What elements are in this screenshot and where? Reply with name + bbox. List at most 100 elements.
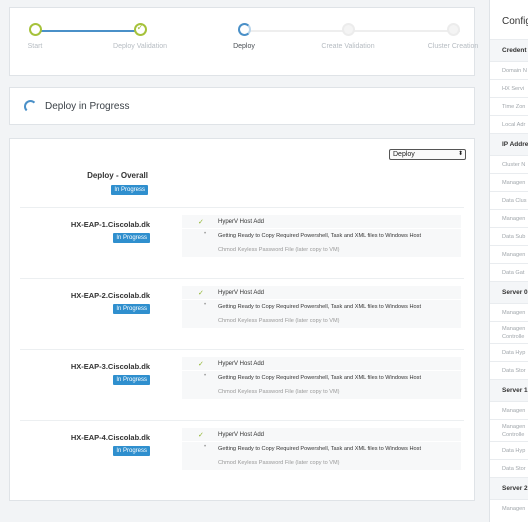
task-item: ✓ HyperV Host Add — [182, 286, 461, 300]
config-field-label: Data Stor — [490, 361, 528, 379]
config-field-label: Time Zon — [490, 97, 528, 115]
config-field-label: Managen Controlle — [490, 419, 528, 441]
config-section-header: Credent — [490, 39, 528, 61]
subtask-label: Getting Ready to Copy Required Powershel… — [218, 446, 422, 452]
stage-select-value: Deploy — [393, 151, 415, 158]
deploy-stepper: Start Deploy Validation Deploy Create Va… — [9, 7, 478, 76]
config-field-label: Managen — [490, 209, 528, 227]
subtask-label: Getting Ready to Copy Required Powershel… — [218, 233, 422, 239]
config-field-label: Managen Controlle — [490, 321, 528, 343]
subtask-item: • Getting Ready to Copy Required Powersh… — [182, 229, 461, 243]
status-badge: In Progress — [113, 233, 150, 243]
check-icon — [133, 22, 147, 36]
subtask-label: Chmod Keyless Password File (later copy … — [218, 247, 340, 253]
config-section-header: Server 0 — [490, 281, 528, 303]
subtask-label: Chmod Keyless Password File (later copy … — [218, 460, 340, 466]
step-label: Create Validation — [321, 43, 375, 50]
config-field-label: Data Sub — [490, 227, 528, 245]
status-badge: In Progress — [113, 304, 150, 314]
host-row: HX-EAP-1.Ciscolab.dk In Progress ✓ Hyper… — [20, 207, 464, 278]
subtask-item: • Getting Ready to Copy Required Powersh… — [182, 442, 461, 456]
config-field-label: Domain N — [490, 61, 528, 79]
host-name: HX-EAP-1.Ciscolab.dk — [70, 220, 150, 229]
config-field-label: Data Stor — [490, 459, 528, 477]
host-row: HX-EAP-3.Ciscolab.dk In Progress ✓ Hyper… — [20, 349, 464, 420]
page-title: Deploy in Progress — [45, 101, 130, 112]
step-status-icon — [446, 23, 460, 36]
config-field-label: Managen — [490, 245, 528, 263]
config-field-label: Data Clus — [490, 191, 528, 209]
config-field-label: Managen — [490, 401, 528, 419]
config-field-label: HX Servi — [490, 79, 528, 97]
select-arrows-icon: ⬍ — [457, 151, 463, 157]
step-create-validation: Create Validation — [308, 23, 388, 51]
bullet-icon: • — [204, 444, 207, 450]
status-badge: In Progress — [113, 446, 150, 456]
status-badge: In Progress — [111, 185, 148, 195]
bullet-icon: • — [204, 231, 207, 237]
config-title: Config — [502, 16, 528, 27]
step-label: Deploy — [233, 43, 255, 50]
subtask-label: Chmod Keyless Password File (later copy … — [218, 389, 340, 395]
step-deploy-validation: Deploy Validation — [100, 22, 180, 51]
config-field-label: Managen — [490, 499, 528, 517]
host-row: HX-EAP-4.Ciscolab.dk In Progress ✓ Hyper… — [20, 420, 464, 491]
deploy-detail-panel: Deploy ⬍ Deploy - Overall In Progress HX… — [9, 138, 475, 501]
subtask-label: Getting Ready to Copy Required Powershel… — [218, 304, 422, 310]
host-row: HX-EAP-2.Ciscolab.dk In Progress ✓ Hyper… — [20, 278, 464, 349]
host-name: HX-EAP-3.Ciscolab.dk — [70, 362, 150, 371]
bullet-icon: • — [204, 302, 207, 308]
check-icon: ✓ — [198, 432, 204, 439]
subtask-label: Getting Ready to Copy Required Powershel… — [218, 375, 422, 381]
progress-header: Deploy in Progress — [9, 87, 475, 125]
check-icon: ✓ — [198, 290, 204, 297]
config-field-label: Local Adr — [490, 115, 528, 133]
step-status-icon — [28, 23, 42, 36]
task-list: ✓ HyperV Host Add • Getting Ready to Cop… — [182, 428, 461, 470]
config-field-label: Cluster N — [490, 155, 528, 173]
config-section-header: Server 2 — [490, 477, 528, 499]
task-list: ✓ HyperV Host Add • Getting Ready to Cop… — [182, 357, 461, 399]
overall-label: Deploy - Overall — [87, 171, 148, 180]
step-deploy: Deploy — [204, 23, 284, 51]
subtask-item: • Getting Ready to Copy Required Powersh… — [182, 371, 461, 385]
config-field-label: Data Hyp — [490, 343, 528, 361]
status-badge: In Progress — [113, 375, 150, 385]
check-icon: ✓ — [198, 361, 204, 368]
check-icon: ✓ — [198, 219, 204, 226]
host-name: HX-EAP-2.Ciscolab.dk — [70, 291, 150, 300]
subtask-item: Chmod Keyless Password File (later copy … — [182, 243, 461, 257]
step-status-icon — [237, 23, 251, 36]
subtask-item: Chmod Keyless Password File (later copy … — [182, 314, 461, 328]
step-label: Deploy Validation — [113, 43, 167, 50]
task-label: HyperV Host Add — [218, 219, 265, 225]
task-label: HyperV Host Add — [218, 290, 265, 296]
spinner-icon — [24, 100, 37, 113]
step-label: Start — [27, 43, 43, 50]
task-item: ✓ HyperV Host Add — [182, 428, 461, 442]
configuration-panel: Config CredentDomain NHX ServiTime ZonLo… — [489, 0, 528, 522]
subtask-item: • Getting Ready to Copy Required Powersh… — [182, 300, 461, 314]
step-label: Cluster Creation — [427, 43, 479, 50]
task-list: ✓ HyperV Host Add • Getting Ready to Cop… — [182, 215, 461, 257]
host-name: HX-EAP-4.Ciscolab.dk — [70, 433, 150, 442]
config-field-label: Data Hyp — [490, 441, 528, 459]
step-start: Start — [0, 23, 75, 51]
config-field-label: Managen — [490, 303, 528, 321]
task-item: ✓ HyperV Host Add — [182, 357, 461, 371]
subtask-item: Chmod Keyless Password File (later copy … — [182, 385, 461, 399]
task-label: HyperV Host Add — [218, 432, 265, 438]
config-field-label: Data Gat — [490, 263, 528, 281]
task-list: ✓ HyperV Host Add • Getting Ready to Cop… — [182, 286, 461, 328]
task-item: ✓ HyperV Host Add — [182, 215, 461, 229]
stage-select[interactable]: Deploy ⬍ — [389, 149, 466, 160]
config-section-header: Server 1 — [490, 379, 528, 401]
step-status-icon — [341, 23, 355, 36]
step-cluster-creation: Cluster Creation — [413, 23, 493, 51]
bullet-icon: • — [204, 373, 207, 379]
config-section-header: IP Addre — [490, 133, 528, 155]
config-field-label: Managen — [490, 173, 528, 191]
subtask-item: Chmod Keyless Password File (later copy … — [182, 456, 461, 470]
subtask-label: Chmod Keyless Password File (later copy … — [218, 318, 340, 324]
task-label: HyperV Host Add — [218, 361, 265, 367]
